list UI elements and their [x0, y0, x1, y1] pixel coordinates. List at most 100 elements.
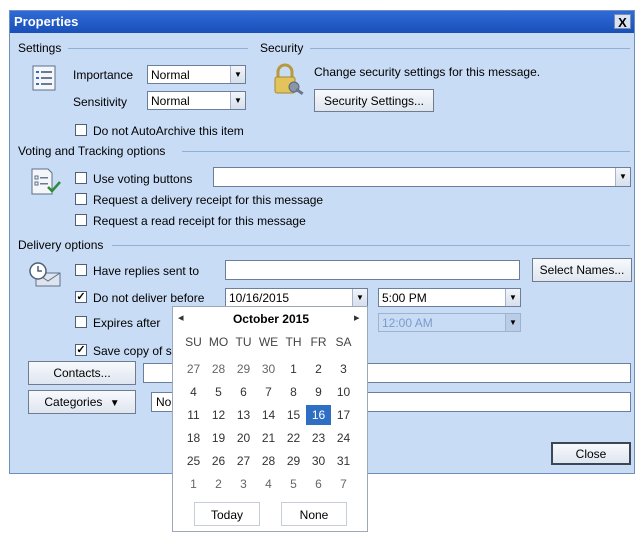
- calendar-day[interactable]: 4: [256, 474, 281, 494]
- calendar-day[interactable]: 22: [281, 428, 306, 448]
- close-button[interactable]: Close: [551, 442, 631, 465]
- sensitivity-value: Normal: [151, 94, 190, 108]
- calendar-day[interactable]: 1: [181, 474, 206, 494]
- categories-label: Categories: [44, 395, 103, 409]
- calendar-day[interactable]: 15: [281, 405, 306, 425]
- calendar-day[interactable]: 2: [306, 359, 331, 379]
- calendar-day[interactable]: 10: [331, 382, 356, 402]
- calendar-day[interactable]: 13: [231, 405, 256, 425]
- have-replies-checkbox[interactable]: [75, 264, 87, 276]
- calendar-day[interactable]: 18: [181, 428, 206, 448]
- calendar-day[interactable]: 5: [206, 382, 231, 402]
- calendar-day[interactable]: 21: [256, 428, 281, 448]
- deliver-time-select[interactable]: 5:00 PM ▼: [378, 288, 521, 307]
- importance-select[interactable]: Normal ▼: [147, 65, 246, 84]
- calendar-day[interactable]: 30: [306, 451, 331, 471]
- calendar-day[interactable]: 25: [181, 451, 206, 471]
- chevron-down-icon: ▼: [230, 66, 245, 83]
- calendar-day[interactable]: 6: [306, 474, 331, 494]
- security-settings-button[interactable]: Security Settings...: [314, 89, 434, 112]
- save-copy-checkbox[interactable]: ✓: [75, 344, 87, 356]
- calendar-day[interactable]: 3: [331, 359, 356, 379]
- calendar-day[interactable]: 26: [206, 451, 231, 471]
- today-button[interactable]: Today: [194, 502, 260, 526]
- expires-time-select[interactable]: 12:00 AM ▼: [378, 313, 521, 332]
- voting-form-icon: [30, 167, 62, 197]
- calendar-day[interactable]: 16: [306, 405, 331, 425]
- calendar-day[interactable]: 27: [231, 451, 256, 471]
- security-heading: Security: [260, 41, 304, 55]
- replies-to-input[interactable]: [225, 260, 520, 280]
- calendar-day[interactable]: 27: [181, 359, 206, 379]
- calendar-day[interactable]: 19: [206, 428, 231, 448]
- calendar-day[interactable]: 8: [281, 382, 306, 402]
- read-receipt-checkbox[interactable]: [75, 214, 87, 226]
- close-window-button[interactable]: X: [614, 14, 631, 30]
- calendar-day[interactable]: 11: [181, 405, 206, 425]
- sensitivity-select[interactable]: Normal ▼: [147, 91, 246, 110]
- delivery-divider: [112, 245, 630, 246]
- calendar-day[interactable]: 17: [331, 405, 356, 425]
- voting-buttons-select[interactable]: ▼: [213, 167, 631, 187]
- autoarchive-checkbox[interactable]: [75, 124, 87, 136]
- calendar-day[interactable]: 6: [231, 382, 256, 402]
- use-voting-checkbox[interactable]: [75, 172, 87, 184]
- voting-heading: Voting and Tracking options: [18, 144, 166, 158]
- none-button[interactable]: None: [281, 502, 347, 526]
- calendar-dow-label: TU: [235, 335, 252, 349]
- calendar-day[interactable]: 29: [231, 359, 256, 379]
- calendar-day[interactable]: 30: [256, 359, 281, 379]
- select-names-label: Select Names...: [539, 263, 625, 277]
- chevron-down-icon: ▼: [230, 92, 245, 109]
- importance-label: Importance: [73, 68, 134, 82]
- save-copy-label: Save copy of s: [93, 344, 172, 358]
- calendar-day[interactable]: 2: [206, 474, 231, 494]
- calendar-dow-label: SA: [335, 335, 352, 349]
- calendar-day[interactable]: 20: [231, 428, 256, 448]
- calendar-dow-label: SU: [185, 335, 202, 349]
- calendar-day[interactable]: 12: [206, 405, 231, 425]
- deliver-date-select[interactable]: 10/16/2015 ▼: [225, 288, 368, 307]
- calendar-dow-label: WE: [258, 335, 279, 349]
- calendar-day[interactable]: 28: [206, 359, 231, 379]
- calendar-dow-label: MO: [208, 335, 229, 349]
- security-settings-label: Security Settings...: [323, 94, 425, 108]
- calendar-day[interactable]: 9: [306, 382, 331, 402]
- have-replies-label: Have replies sent to: [93, 264, 200, 278]
- deliver-date-value: 10/16/2015: [229, 291, 290, 305]
- categories-button[interactable]: Categories ▼: [28, 390, 136, 414]
- deliver-time-value: 5:00 PM: [382, 291, 427, 305]
- read-receipt-label: Request a read receipt for this message: [93, 214, 306, 228]
- calendar-day[interactable]: 3: [231, 474, 256, 494]
- settings-heading: Settings: [18, 41, 62, 55]
- calendar-day[interactable]: 1: [281, 359, 306, 379]
- delivery-heading: Delivery options: [18, 238, 104, 252]
- sensitivity-label: Sensitivity: [73, 95, 128, 109]
- calendar-day[interactable]: 4: [181, 382, 206, 402]
- security-description: Change security settings for this messag…: [314, 65, 541, 79]
- delivery-clock-icon: [28, 261, 62, 289]
- calendar-day[interactable]: 29: [281, 451, 306, 471]
- calendar-day[interactable]: 23: [306, 428, 331, 448]
- voting-divider: [182, 151, 630, 152]
- calendar-day[interactable]: 24: [331, 428, 356, 448]
- calendar-day[interactable]: 7: [331, 474, 356, 494]
- calendar-day[interactable]: 7: [256, 382, 281, 402]
- calendar-grid: SU MO TU WE TH FR SA 27 28 29 30 1 2 3 4 5 6 7 8 9 10 11 12 13 1…: [181, 307, 361, 491]
- calendar-day[interactable]: 28: [256, 451, 281, 471]
- title-bar[interactable]: Properties X: [10, 11, 634, 33]
- contacts-button[interactable]: Contacts...: [28, 361, 136, 385]
- calendar-day[interactable]: 5: [281, 474, 306, 494]
- delivery-receipt-checkbox[interactable]: [75, 193, 87, 205]
- window-title: Properties: [14, 14, 79, 29]
- calendar-day[interactable]: 31: [331, 451, 356, 471]
- calendar-day[interactable]: 14: [256, 405, 281, 425]
- security-divider: [310, 48, 630, 49]
- deliver-before-checkbox[interactable]: ✓: [75, 291, 87, 303]
- lock-key-icon: [272, 63, 306, 99]
- select-names-button[interactable]: Select Names...: [532, 258, 632, 282]
- deliver-before-label: Do not deliver before: [93, 291, 205, 305]
- expires-checkbox[interactable]: [75, 316, 87, 328]
- categories-value: No: [156, 395, 172, 409]
- expires-label: Expires after: [93, 316, 161, 330]
